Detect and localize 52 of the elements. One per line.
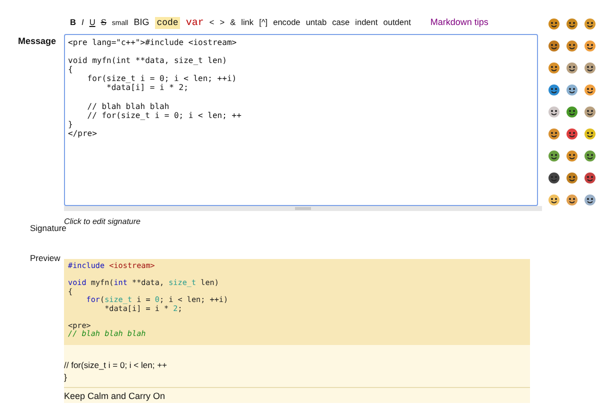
big-button[interactable]: BIG xyxy=(134,16,150,28)
message-input[interactable]: <pre lang="c++">#include <iostream> void myfn(int **data, size_t len) { for(size_t i = 0; i < len; ++i) *data[i] = i * 2; // blah blah blah // for(size_t i = 0; i < len; ++ } </pre> xyxy=(64,34,538,206)
smiley-icon[interactable] xyxy=(548,84,560,96)
format-button[interactable]: < xyxy=(209,16,214,28)
preview-text: // for(size_t i = 0; i < len; ++ xyxy=(64,358,168,370)
smiley-icon[interactable] xyxy=(584,172,596,184)
smiley-icon[interactable] xyxy=(548,62,560,74)
format-button[interactable]: & xyxy=(230,16,236,28)
format-button[interactable]: link xyxy=(241,16,254,28)
preview-label: Preview xyxy=(30,252,62,265)
smiley-icon[interactable] xyxy=(566,18,578,30)
markdown-tips-link[interactable]: Markdown tips xyxy=(430,17,488,27)
smiley-icon[interactable] xyxy=(584,84,596,96)
format-button[interactable]: untab xyxy=(306,16,327,28)
smiley-icon[interactable] xyxy=(584,62,596,74)
smiley-icon[interactable] xyxy=(566,62,578,74)
smiley-icon[interactable] xyxy=(566,128,578,140)
smiley-icon[interactable] xyxy=(548,150,560,162)
bold-button[interactable]: B xyxy=(70,16,76,28)
underline-button[interactable]: U xyxy=(89,16,96,28)
smiley-icon[interactable] xyxy=(584,150,596,162)
smiley-icon[interactable] xyxy=(584,194,596,206)
smiley-icon[interactable] xyxy=(584,40,596,52)
italic-button[interactable]: I xyxy=(82,16,84,28)
smiley-icon[interactable] xyxy=(548,172,560,184)
smiley-icon[interactable] xyxy=(566,150,578,162)
signature-text: Keep Calm and Carry On xyxy=(64,386,530,402)
smiley-icon[interactable] xyxy=(548,194,560,206)
smiley-icon[interactable] xyxy=(584,106,596,118)
smiley-icon[interactable] xyxy=(566,172,578,184)
format-button[interactable]: indent xyxy=(355,16,378,28)
smiley-icon[interactable] xyxy=(566,84,578,96)
smiley-icon[interactable] xyxy=(548,128,560,140)
smiley-icon[interactable] xyxy=(548,106,560,118)
signature-label: Signature xyxy=(30,223,64,233)
smiley-icon[interactable] xyxy=(548,18,560,30)
format-button[interactable]: encode xyxy=(273,16,300,28)
format-button[interactable]: > xyxy=(220,16,225,28)
message-label: Message xyxy=(16,35,56,48)
strike-button[interactable]: S xyxy=(100,16,106,28)
smiley-icon[interactable] xyxy=(566,194,578,206)
smiley-icon[interactable] xyxy=(584,18,596,30)
format-button[interactable]: outdent xyxy=(383,16,411,28)
code-button[interactable]: code xyxy=(154,17,180,29)
format-button[interactable]: [^] xyxy=(259,16,268,28)
smiley-icon[interactable] xyxy=(566,40,578,52)
smiley-icon[interactable] xyxy=(584,128,596,140)
smiley-icon[interactable] xyxy=(566,106,578,118)
var-button[interactable]: var xyxy=(186,18,204,30)
format-button[interactable]: case xyxy=(332,16,350,28)
smiley-icon[interactable] xyxy=(548,40,560,52)
preview-text: } xyxy=(64,370,68,382)
